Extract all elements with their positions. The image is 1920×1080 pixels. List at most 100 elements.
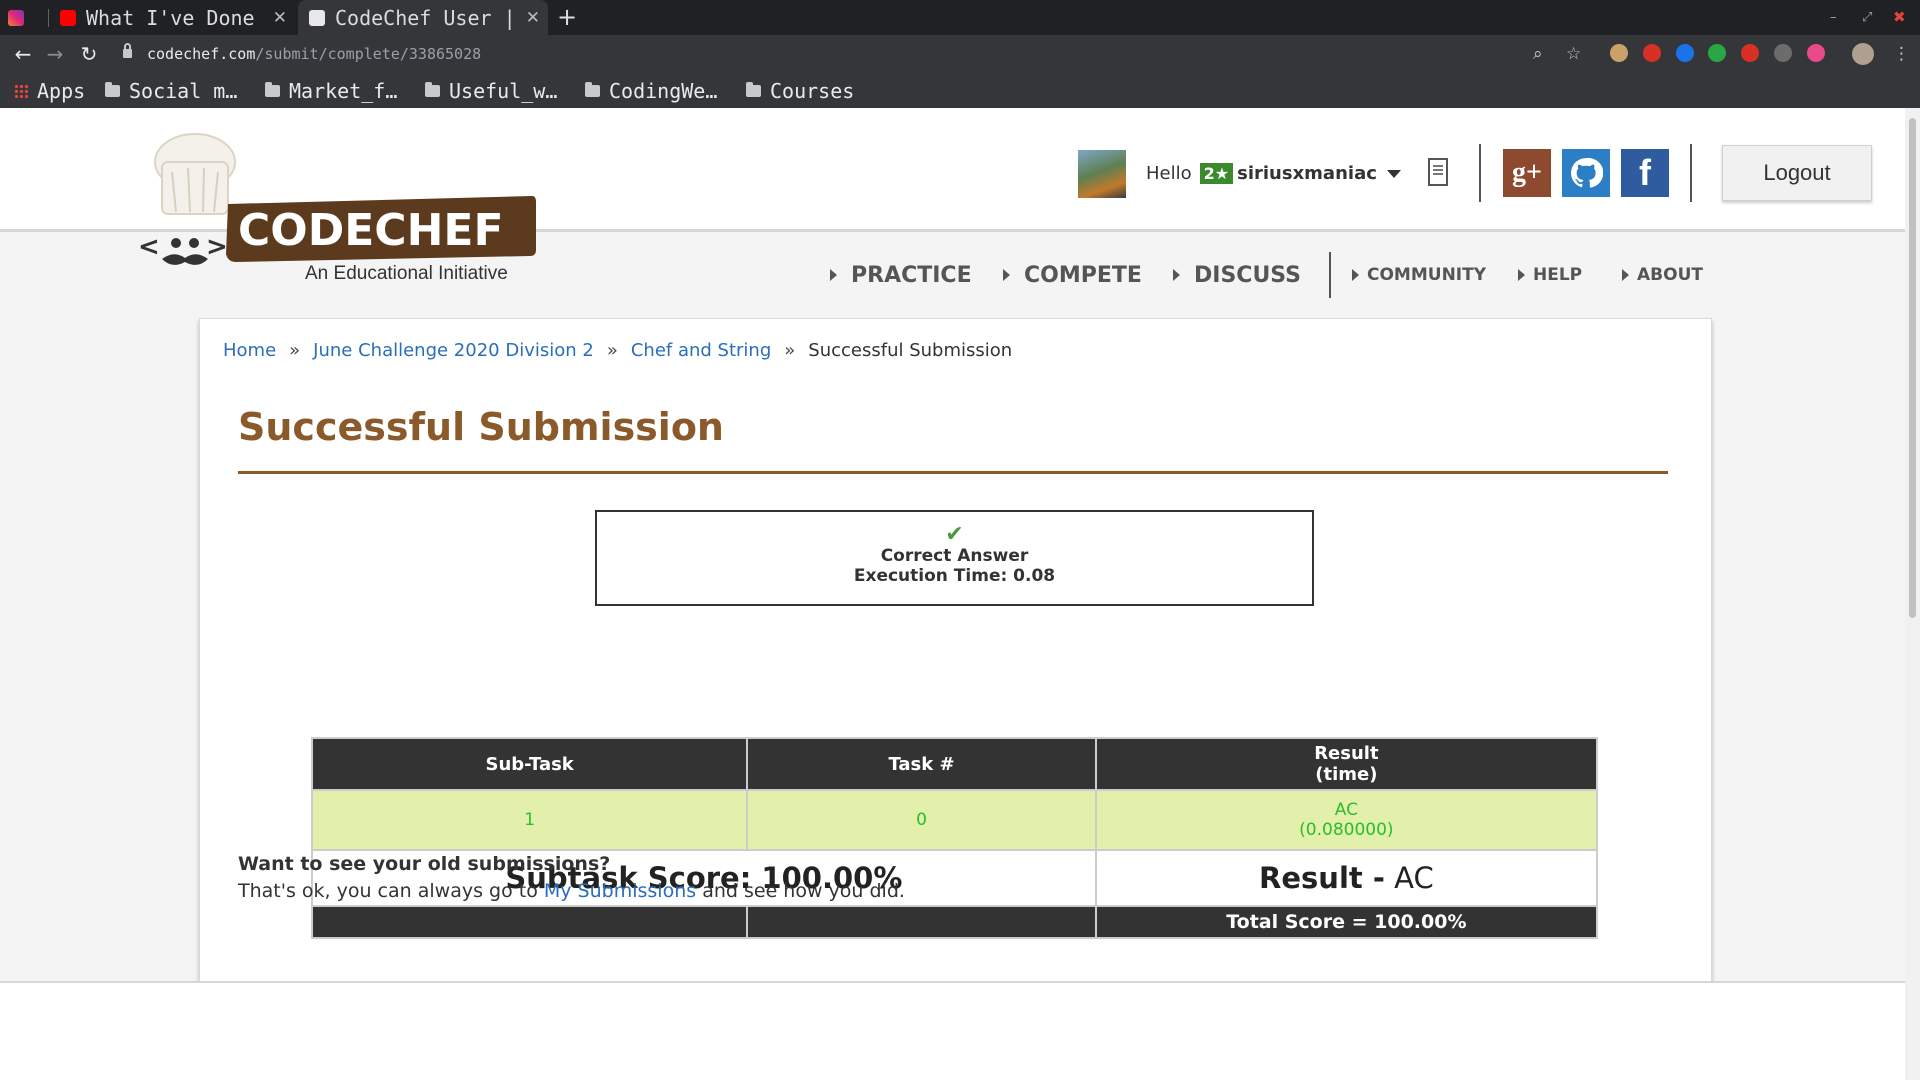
- facebook-icon[interactable]: f: [1621, 149, 1669, 197]
- github-icon[interactable]: [1562, 149, 1610, 197]
- breadcrumb-current: Successful Submission: [808, 340, 1013, 361]
- minimize-icon[interactable]: –: [1830, 0, 1837, 35]
- tab-instagram[interactable]: [8, 0, 38, 35]
- verdict-status: Correct Answer: [880, 546, 1029, 566]
- column-header: Task #: [746, 737, 1097, 791]
- bookmark-folder[interactable]: CodingWe…: [585, 73, 717, 108]
- site-tagline: An Educational Initiative: [305, 263, 508, 284]
- close-tab-icon[interactable]: ✕: [526, 8, 540, 28]
- scrollbar-thumb[interactable]: [1909, 118, 1916, 618]
- bookmark-apps[interactable]: Apps: [14, 73, 85, 108]
- extension-icon[interactable]: [1708, 44, 1726, 62]
- document-icon[interactable]: [1428, 158, 1448, 186]
- forward-icon[interactable]: →: [42, 35, 68, 73]
- task-cell: 0: [746, 789, 1097, 851]
- instagram-icon: [8, 9, 24, 26]
- bookmark-folder[interactable]: Courses: [746, 73, 854, 108]
- play-triangle-icon: [1518, 269, 1525, 281]
- play-triangle-icon: [830, 269, 837, 281]
- extension-icon[interactable]: [1643, 44, 1661, 62]
- page-content: < > CODECHEF An Educational Initiative H…: [0, 108, 1905, 1080]
- nav-discuss[interactable]: DISCUSS: [1173, 260, 1301, 290]
- folder-icon: [746, 81, 761, 97]
- title-divider: [238, 471, 1668, 474]
- subtask-cell: 1: [310, 789, 749, 851]
- logo-wordmark: CODECHEF: [238, 205, 504, 256]
- subtask-table: Sub-Task Task # Result (time) 1 0 AC (0.08…: [310, 737, 1599, 939]
- play-triangle-icon: [1352, 269, 1359, 281]
- browser-toolbar: ← → ↻ codechef.com/submit/complete/33865…: [0, 35, 1920, 73]
- browser-tab-bar: What I've Done ✕ CodeChef User | ✕ + – ⤢…: [0, 0, 1920, 35]
- divider: [1479, 144, 1481, 202]
- profile-avatar[interactable]: [1852, 43, 1874, 65]
- nav-practice[interactable]: PRACTICE: [830, 260, 972, 290]
- play-triangle-icon: [1003, 269, 1010, 281]
- nav-help[interactable]: HELP: [1518, 260, 1582, 290]
- google-plus-icon[interactable]: g+: [1503, 149, 1551, 197]
- old-submissions-text: That's ok, you can always go to My Submi…: [238, 880, 905, 902]
- page-scrollbar[interactable]: [1905, 108, 1920, 1080]
- tab-title: CodeChef User |: [335, 5, 516, 30]
- youtube-icon: [60, 9, 76, 26]
- breadcrumb-problem[interactable]: Chef and String: [631, 340, 771, 361]
- total-spacer: [310, 905, 749, 939]
- tab-codechef[interactable]: CodeChef User | ✕: [298, 0, 548, 35]
- username: siriusxmaniac: [1237, 163, 1377, 184]
- bookmarks-bar: Apps Social m… Market_f… Useful_w… Codin…: [0, 73, 1920, 108]
- menu-kebab-icon[interactable]: ⋮: [1893, 35, 1910, 73]
- reload-icon[interactable]: ↻: [76, 35, 102, 73]
- old-submissions-question: Want to see your old submissions?: [238, 853, 611, 875]
- zoom-icon[interactable]: ⌕: [1533, 35, 1543, 73]
- result-summary: Result - AC: [1094, 849, 1599, 907]
- nav-compete[interactable]: COMPETE: [1003, 260, 1142, 290]
- extension-icon[interactable]: [1610, 44, 1628, 62]
- user-avatar[interactable]: [1078, 150, 1126, 198]
- breadcrumb-contest[interactable]: June Challenge 2020 Division 2: [313, 340, 594, 361]
- back-icon[interactable]: ←: [10, 35, 36, 73]
- logout-button[interactable]: Logout: [1722, 145, 1872, 201]
- extension-icon[interactable]: [1741, 44, 1759, 62]
- total-spacer: [746, 905, 1097, 939]
- bookmark-folder[interactable]: Useful_w…: [425, 73, 557, 108]
- folder-icon: [105, 81, 120, 97]
- column-header: Result (time): [1094, 737, 1599, 791]
- chevron-down-icon[interactable]: [1386, 169, 1401, 178]
- folder-icon: [425, 81, 440, 97]
- apps-grid-icon: [14, 83, 28, 98]
- play-triangle-icon: [1622, 269, 1629, 281]
- user-greeting[interactable]: Hello 2★ siriusxmaniac: [1146, 163, 1401, 184]
- breadcrumb: Home » June Challenge 2020 Division 2 » …: [223, 340, 1013, 361]
- tab-title: What I've Done: [86, 5, 255, 30]
- tab-youtube[interactable]: What I've Done ✕: [60, 0, 295, 35]
- table-row: 1 0 AC (0.080000): [310, 789, 1599, 851]
- bookmark-folder[interactable]: Social m…: [105, 73, 237, 108]
- rating-badge: 2★: [1199, 163, 1234, 184]
- nav-about[interactable]: ABOUT: [1622, 260, 1703, 290]
- codechef-icon: [309, 9, 325, 26]
- address-bar[interactable]: codechef.com/submit/complete/33865028: [147, 35, 481, 73]
- result-cell: AC (0.080000): [1094, 789, 1599, 851]
- maximize-icon[interactable]: ⤢: [1862, 0, 1872, 35]
- column-header: Sub-Task: [310, 737, 749, 791]
- bookmark-star-icon[interactable]: ☆: [1566, 35, 1581, 73]
- svg-text:>: >: [206, 232, 228, 262]
- nav-divider: [1329, 252, 1331, 298]
- extension-icon[interactable]: [1774, 44, 1792, 62]
- extension-icon[interactable]: [1807, 44, 1825, 62]
- nav-community[interactable]: COMMUNITY: [1352, 260, 1486, 290]
- close-tab-icon[interactable]: ✕: [273, 8, 287, 28]
- my-submissions-link[interactable]: My Submissions: [544, 880, 696, 902]
- new-tab-button[interactable]: +: [557, 0, 577, 35]
- execution-time: Execution Time: 0.08: [853, 566, 1056, 586]
- verdict-box: ✔ Correct Answer Execution Time: 0.08: [595, 510, 1314, 606]
- svg-text:<: <: [140, 232, 160, 262]
- bookmark-folder[interactable]: Market_f…: [265, 73, 397, 108]
- page-title: Successful Submission: [238, 405, 724, 449]
- breadcrumb-home[interactable]: Home: [223, 340, 276, 361]
- total-row: Total Score = 100.00%: [310, 905, 1599, 939]
- total-score: Total Score = 100.00%: [1094, 905, 1599, 939]
- submission-card: Home » June Challenge 2020 Division 2 » …: [199, 318, 1712, 986]
- site-footer: [0, 983, 1905, 1080]
- extension-icon[interactable]: [1676, 44, 1694, 62]
- close-window-icon[interactable]: ✖: [1893, 0, 1906, 35]
